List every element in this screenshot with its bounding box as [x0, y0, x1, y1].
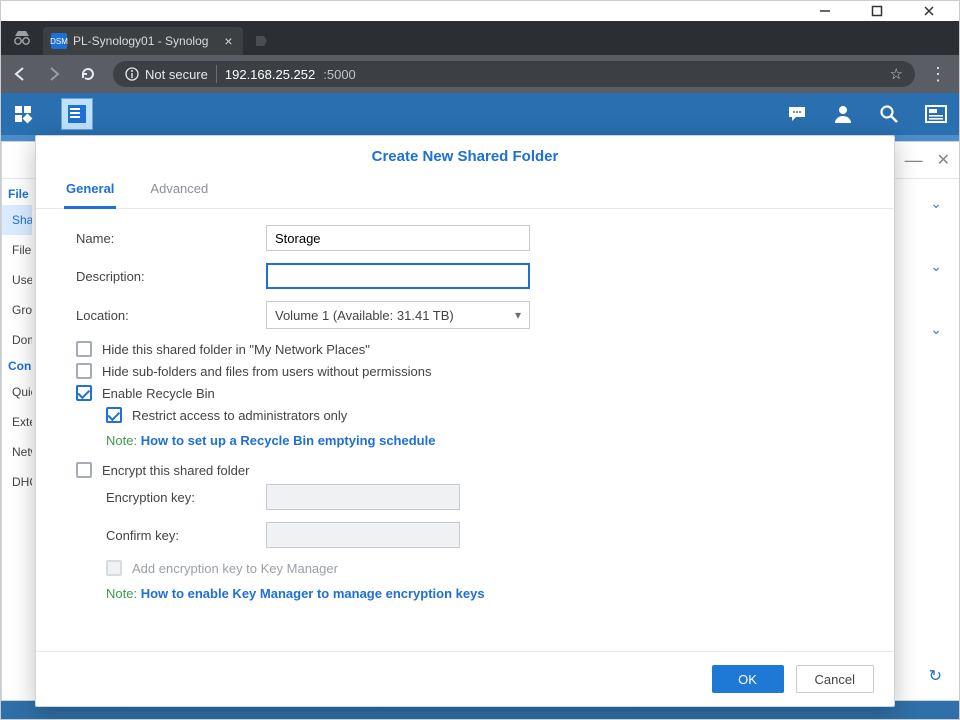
sidebar-item-shared-folder[interactable]: Shared Folder [2, 205, 32, 235]
label-location: Location: [76, 308, 266, 323]
cancel-button[interactable]: Cancel [796, 665, 874, 693]
os-minimize-button[interactable] [819, 5, 849, 17]
dsm-chat-icon[interactable] [787, 104, 807, 124]
browser-tabstrip: DSM PL-Synology01 - Synolog × [1, 21, 959, 55]
control-panel-sidebar: File Sharing Shared Folder File Services… [2, 179, 32, 701]
dsm-user-icon[interactable] [833, 104, 853, 124]
checkbox-hide-my-network[interactable] [76, 341, 92, 357]
chevron-down-icon[interactable]: ⌄ [930, 195, 942, 212]
checkbox-add-key-manager [106, 560, 122, 576]
addr-divider [216, 65, 217, 83]
url-port: :5000 [323, 67, 356, 82]
os-maximize-button[interactable] [871, 5, 901, 17]
sidebar-item-file-services[interactable]: File Services [2, 235, 32, 265]
sidebar-item-network[interactable]: Network [2, 437, 32, 467]
back-button[interactable] [11, 65, 31, 83]
confirm-key-input [266, 522, 460, 548]
description-input[interactable] [266, 263, 530, 289]
sidebar-header-connectivity: Connectivity [2, 355, 32, 377]
link-recycle-bin-schedule[interactable]: How to set up a Recycle Bin emptying sch… [141, 433, 436, 448]
checkbox-label-restrict-admins: Restrict access to administrators only [132, 408, 347, 423]
not-secure-label: Not secure [145, 67, 208, 82]
info-icon [125, 67, 139, 81]
label-description: Description: [76, 269, 266, 284]
note-label: Note: [106, 586, 137, 601]
control-panel-close-icon[interactable]: ✕ [937, 150, 950, 170]
checkbox-enable-recycle-bin[interactable] [76, 385, 92, 401]
os-close-button[interactable] [923, 5, 953, 17]
checkbox-label-enable-recycle-bin: Enable Recycle Bin [102, 386, 215, 401]
tab-advanced[interactable]: Advanced [148, 173, 210, 208]
label-name: Name: [76, 231, 266, 246]
dropdown-caret-icon: ▾ [515, 308, 521, 322]
note-label: Note: [106, 433, 137, 448]
url-host: 192.168.25.252 [225, 67, 315, 82]
label-encryption-key: Encryption key: [106, 490, 266, 505]
location-select[interactable]: Volume 1 (Available: 31.41 TB) ▾ [266, 301, 530, 329]
dsm-topbar [1, 93, 959, 135]
reload-button[interactable] [79, 65, 99, 83]
label-confirm-key: Confirm key: [106, 528, 266, 543]
viewport: DSM PL-Synology01 - Synolog × Not secure… [0, 0, 960, 720]
checkbox-encrypt-folder[interactable] [76, 462, 92, 478]
not-secure-indicator[interactable]: Not secure [125, 67, 208, 82]
dialog-tabs: General Advanced [36, 173, 894, 209]
chevron-down-icon[interactable]: ⌄ [930, 258, 942, 275]
sidebar-item-group[interactable]: Group [2, 295, 32, 325]
address-bar[interactable]: Not secure 192.168.25.252 :5000 ☆ [113, 61, 915, 87]
new-tab-button[interactable] [249, 29, 273, 53]
control-panel-minimize-icon[interactable]: — [905, 150, 923, 171]
link-key-manager[interactable]: How to enable Key Manager to manage encr… [141, 586, 485, 601]
tab-general[interactable]: General [64, 173, 116, 209]
encryption-key-input [266, 484, 460, 510]
tab-favicon: DSM [51, 33, 67, 49]
checkbox-restrict-admins[interactable] [106, 407, 122, 423]
dialog-footer: OK Cancel [36, 651, 894, 706]
tab-close-icon[interactable]: × [224, 33, 232, 49]
dsm-widgets-icon[interactable] [925, 105, 947, 123]
sidebar-item-quickconnect[interactable]: QuickConnect [2, 377, 32, 407]
os-window-controls [1, 1, 959, 21]
bookmark-star-icon[interactable]: ☆ [890, 65, 903, 83]
refresh-icon[interactable]: ↻ [929, 666, 942, 686]
sidebar-item-dhcp[interactable]: DHCP Server [2, 467, 32, 497]
browser-menu-button[interactable]: ⋮ [929, 64, 949, 85]
checkbox-label-encrypt-folder: Encrypt this shared folder [102, 463, 249, 478]
create-shared-folder-dialog: Create New Shared Folder General Advance… [35, 135, 895, 707]
dsm-dashboard-icon[interactable] [13, 104, 33, 124]
ok-button[interactable]: OK [712, 665, 784, 693]
dialog-title: Create New Shared Folder [36, 136, 894, 173]
tab-title: PL-Synology01 - Synolog [73, 34, 208, 48]
incognito-icon [11, 27, 33, 49]
checkbox-hide-subfolders[interactable] [76, 363, 92, 379]
sidebar-item-user[interactable]: User [2, 265, 32, 295]
name-input[interactable] [266, 225, 530, 251]
checkbox-label-hide-subfolders: Hide sub-folders and files from users wi… [102, 364, 431, 379]
sidebar-header-file-sharing: File Sharing [2, 183, 32, 205]
browser-toolbar: Not secure 192.168.25.252 :5000 ☆ ⋮ [1, 55, 959, 93]
dialog-body: Name: Description: Location: Volume 1 (A… [36, 209, 894, 651]
browser-tab[interactable]: DSM PL-Synology01 - Synolog × [43, 27, 243, 55]
chevron-down-icon[interactable]: ⌄ [930, 321, 942, 338]
dsm-search-icon[interactable] [879, 104, 899, 124]
dsm-taskbar-app-icon[interactable] [61, 98, 93, 130]
forward-button[interactable] [45, 65, 65, 83]
sidebar-item-external-access[interactable]: External Access [2, 407, 32, 437]
checkbox-label-add-key-manager: Add encryption key to Key Manager [132, 561, 338, 576]
location-select-value: Volume 1 (Available: 31.41 TB) [275, 308, 454, 323]
sidebar-item-domain[interactable]: Domain/LDAP [2, 325, 32, 355]
checkbox-label-hide-my-network: Hide this shared folder in "My Network P… [102, 342, 370, 357]
